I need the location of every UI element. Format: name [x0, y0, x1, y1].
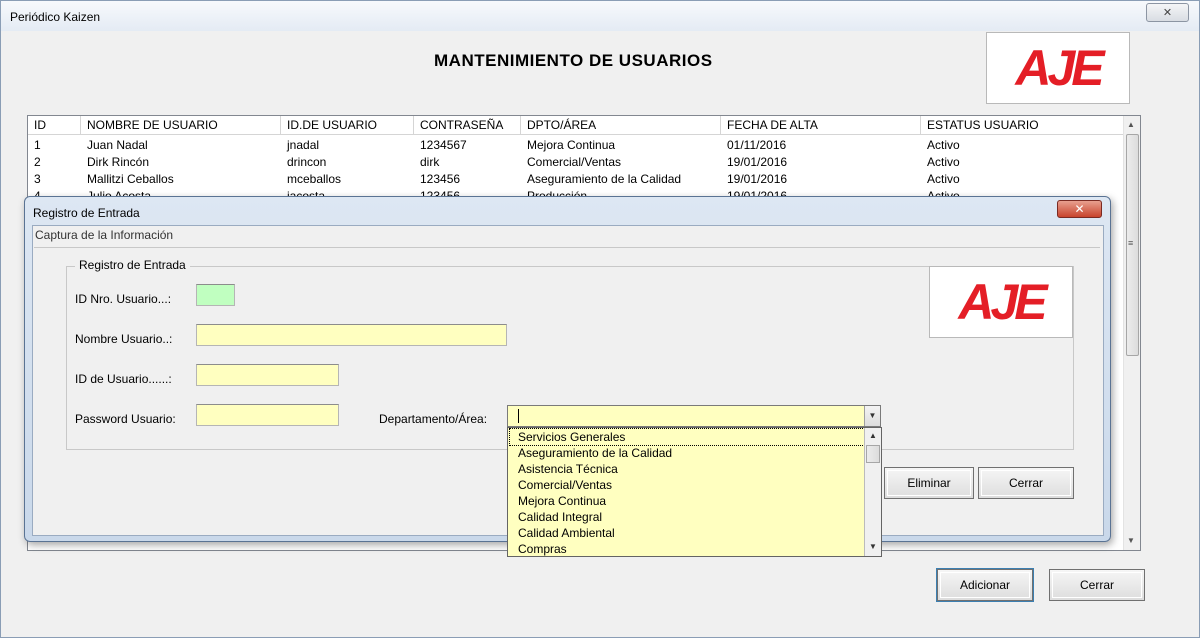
column-header-name: NOMBRE DE USUARIO — [81, 116, 281, 135]
table-row[interactable]: 1 Juan Nadal jnadal 1234567 Mejora Conti… — [28, 137, 1124, 154]
cell-status: Activo — [927, 172, 960, 186]
cell-date: 19/01/2016 — [727, 172, 788, 186]
close-icon: ✕ — [1162, 6, 1173, 19]
department-option[interactable]: Mejora Continua — [518, 493, 606, 509]
close-dialog-button-label: Cerrar — [1008, 476, 1043, 490]
add-button-label: Adicionar — [959, 578, 1011, 592]
department-option[interactable]: Aseguramiento de la Calidad — [518, 445, 672, 461]
cell-department: Aseguramiento de la Calidad — [527, 172, 682, 186]
dropdown-scroll-thumb[interactable] — [866, 445, 880, 463]
cell-user-id: jnadal — [287, 138, 320, 152]
aje-logo-icon: AJE — [956, 274, 1053, 330]
password-field[interactable] — [196, 404, 339, 426]
dialog-company-logo: AJE — [929, 266, 1073, 338]
aje-logo-icon: AJE — [1013, 40, 1110, 96]
cell-id: 1 — [34, 138, 41, 152]
dialog-close-button[interactable]: ✕ — [1057, 200, 1102, 218]
scroll-up-icon[interactable]: ▲ — [1127, 120, 1135, 129]
text-caret — [518, 409, 519, 423]
user-number-label: ID Nro. Usuario...: — [75, 292, 172, 306]
svg-text:AJE: AJE — [1013, 40, 1106, 96]
cell-date: 01/11/2016 — [727, 138, 787, 152]
column-header-department: DPTO/ÁREA — [521, 116, 721, 135]
delete-button-label: Eliminar — [907, 476, 951, 490]
close-icon: ✕ — [1074, 202, 1085, 216]
cell-date: 19/01/2016 — [727, 155, 788, 169]
chevron-down-icon[interactable]: ▼ — [864, 406, 880, 426]
dropdown-scrollbar[interactable]: ▲ ▼ — [864, 428, 881, 556]
cell-password: dirk — [420, 155, 440, 169]
cell-name: Juan Nadal — [87, 138, 148, 152]
list-scrollbar[interactable]: ▲ ≡ ▼ — [1123, 116, 1140, 550]
user-name-field[interactable] — [196, 324, 507, 346]
column-header-status: ESTATUS USUARIO — [921, 116, 1124, 135]
registro-group-label: Registro de Entrada — [75, 258, 190, 272]
cell-password: 1234567 — [420, 138, 467, 152]
column-header-date: FECHA DE ALTA — [721, 116, 921, 135]
department-option[interactable]: Calidad Ambiental — [518, 525, 615, 541]
window-title: Periódico Kaizen — [10, 10, 101, 24]
window-close-button[interactable]: ✕ — [1146, 3, 1189, 22]
table-header: ID NOMBRE DE USUARIO ID.DE USUARIO CONTR… — [28, 116, 1124, 135]
close-main-button-label: Cerrar — [1079, 578, 1114, 592]
dialog-title: Registro de Entrada — [33, 206, 140, 220]
password-label: Password Usuario: — [75, 412, 176, 426]
scroll-down-icon[interactable]: ▼ — [869, 542, 877, 551]
cell-password: 123456 — [420, 172, 461, 186]
user-number-field[interactable] — [196, 284, 235, 306]
company-logo: AJE — [986, 32, 1130, 104]
cell-id: 2 — [34, 155, 41, 169]
user-name-label: Nombre Usuario..: — [75, 332, 173, 346]
close-dialog-button[interactable]: Cerrar — [978, 467, 1074, 499]
page-title: MANTENIMIENTO DE USUARIOS — [434, 51, 713, 70]
window-titlebar[interactable]: Periódico Kaizen ✕ — [1, 1, 1199, 31]
cell-status: Activo — [927, 155, 960, 169]
department-option[interactable]: Servicios Generales — [509, 428, 867, 446]
grip-icon: ≡ — [1128, 238, 1134, 248]
cell-id: 3 — [34, 172, 41, 186]
department-dropdown-list[interactable]: Servicios Generales Aseguramiento de la … — [507, 427, 882, 557]
close-main-button[interactable]: Cerrar — [1049, 569, 1145, 601]
svg-text:AJE: AJE — [956, 274, 1049, 330]
cell-user-id: mceballos — [287, 172, 342, 186]
department-label: Departamento/Área: — [379, 412, 488, 426]
table-row[interactable]: 3 Mallitzi Ceballos mceballos 123456 Ase… — [28, 171, 1124, 188]
scroll-up-icon[interactable]: ▲ — [869, 431, 877, 440]
department-option[interactable]: Calidad Integral — [518, 509, 602, 525]
capture-frame-label: Captura de la Información — [35, 228, 174, 242]
table-row[interactable]: 2 Dirk Rincón drincon dirk Comercial/Ven… — [28, 154, 1124, 171]
column-header-user-id: ID.DE USUARIO — [281, 116, 414, 135]
add-button[interactable]: Adicionar — [936, 568, 1034, 602]
column-header-password: CONTRASEÑA — [414, 116, 521, 135]
user-id-field[interactable] — [196, 364, 339, 386]
cell-name: Dirk Rincón — [87, 155, 150, 169]
department-combobox[interactable]: ▼ — [507, 405, 881, 427]
department-option[interactable]: Compras — [518, 541, 567, 557]
cell-name: Mallitzi Ceballos — [87, 172, 174, 186]
cell-department: Comercial/Ventas — [527, 155, 622, 169]
department-option[interactable]: Asistencia Técnica — [518, 461, 618, 477]
cell-status: Activo — [927, 138, 960, 152]
department-option[interactable]: Comercial/Ventas — [518, 477, 612, 493]
delete-button[interactable]: Eliminar — [884, 467, 974, 499]
column-header-id: ID — [28, 116, 81, 135]
user-id-label: ID de Usuario......: — [75, 372, 172, 386]
scroll-down-icon[interactable]: ▼ — [1127, 536, 1135, 545]
cell-department: Mejora Continua — [527, 138, 616, 152]
cell-user-id: drincon — [287, 155, 327, 169]
